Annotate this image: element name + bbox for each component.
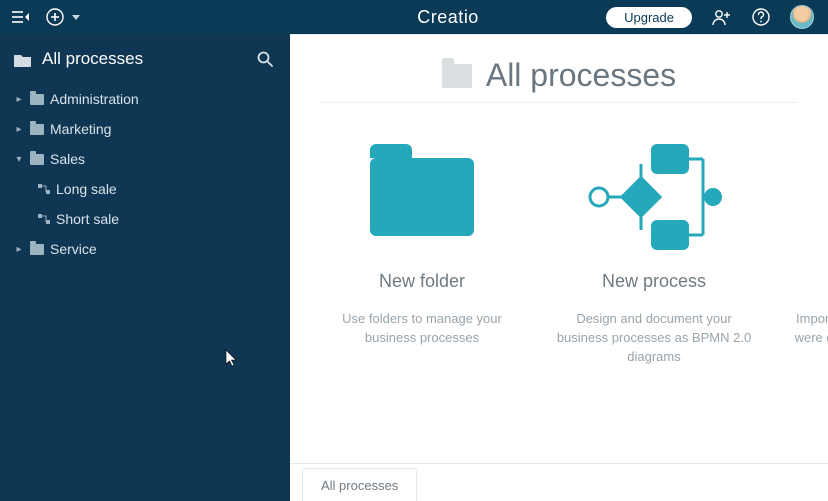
sidebar-item-administration[interactable]: ▸ Administration	[8, 84, 290, 114]
help-icon[interactable]	[750, 6, 772, 28]
card-icon	[579, 137, 729, 257]
card-icon	[370, 137, 474, 257]
cursor-icon	[225, 349, 239, 367]
tabs-bar: All processes	[290, 463, 828, 501]
folder-icon	[30, 94, 44, 105]
add-icon[interactable]	[44, 6, 66, 28]
sidebar: All processes ▸ Administration ▸ Marketi…	[0, 34, 290, 501]
card-title: New folder	[379, 271, 465, 292]
card-new-process[interactable]: New process Design and document your bus…	[546, 137, 762, 367]
page-header: All processes	[290, 35, 828, 102]
card-desc: Design and document your business proces…	[546, 310, 762, 367]
folder-icon	[30, 124, 44, 135]
sidebar-item-sales[interactable]: ▾ Sales	[8, 144, 290, 174]
menu-collapse-icon[interactable]	[10, 6, 32, 28]
folder-icon	[30, 154, 44, 165]
sidebar-item-label: Short sale	[56, 211, 119, 227]
process-icon	[38, 183, 50, 195]
main: All processes New folder Use folders to …	[290, 34, 828, 501]
process-diagram-icon	[579, 142, 729, 252]
folder-icon	[14, 52, 32, 67]
avatar[interactable]	[790, 5, 814, 29]
chevron-right-icon: ▸	[14, 94, 24, 105]
chevron-down-icon: ▾	[14, 154, 24, 165]
topbar-center: Creatio	[290, 7, 606, 28]
page-title: All processes	[486, 57, 676, 94]
card-desc: Import business processes that were desi…	[778, 310, 828, 348]
folder-icon	[370, 158, 474, 236]
sidebar-item-label: Service	[50, 241, 97, 257]
topbar-right: Upgrade	[606, 5, 828, 29]
sidebar-item-label: Marketing	[50, 121, 111, 137]
process-icon	[38, 213, 50, 225]
sidebar-header: All processes	[0, 34, 290, 80]
body: All processes ▸ Administration ▸ Marketi…	[0, 34, 828, 501]
chevron-right-icon: ▸	[14, 244, 24, 255]
topbar-left	[0, 6, 290, 28]
sidebar-title-wrap: All processes	[14, 49, 143, 69]
sidebar-tree: ▸ Administration ▸ Marketing ▾ Sales Lon	[0, 80, 290, 264]
sidebar-item-label: Sales	[50, 151, 85, 167]
search-icon[interactable]	[254, 48, 276, 70]
card-desc: Use folders to manage your business proc…	[314, 310, 530, 348]
sidebar-item-short-sale[interactable]: Short sale	[8, 204, 290, 234]
brand-logo: Creatio	[417, 7, 479, 28]
add-user-icon[interactable]	[710, 6, 732, 28]
sidebar-item-label: Long sale	[56, 181, 117, 197]
sidebar-item-marketing[interactable]: ▸ Marketing	[8, 114, 290, 144]
sidebar-item-service[interactable]: ▸ Service	[8, 234, 290, 264]
card-new-folder[interactable]: New folder Use folders to manage your bu…	[314, 137, 530, 367]
sidebar-item-label: Administration	[50, 91, 139, 107]
cards-row: New folder Use folders to manage your bu…	[290, 103, 828, 377]
card-import[interactable]: Import * Import business processes that …	[778, 137, 828, 367]
upgrade-button[interactable]: Upgrade	[606, 7, 692, 28]
sidebar-item-long-sale[interactable]: Long sale	[8, 174, 290, 204]
folder-icon	[442, 64, 472, 88]
sidebar-title: All processes	[42, 49, 143, 69]
chevron-down-icon[interactable]	[72, 15, 80, 20]
card-title: New process	[602, 271, 706, 292]
topbar: Creatio Upgrade	[0, 0, 828, 34]
folder-icon	[30, 244, 44, 255]
tab-all-processes[interactable]: All processes	[302, 468, 417, 501]
chevron-right-icon: ▸	[14, 124, 24, 135]
